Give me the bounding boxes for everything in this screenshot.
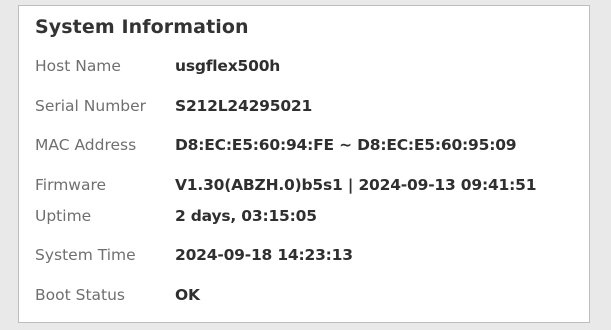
firmware-label: Firmware	[35, 176, 107, 194]
boot-status-value: OK	[175, 286, 200, 304]
info-row-host-name: Host Name usgflex500h	[35, 53, 280, 79]
boot-status-label: Boot Status	[35, 286, 125, 304]
host-name-value: usgflex500h	[175, 57, 281, 75]
uptime-value: 2 days, 03:15:05	[175, 207, 317, 225]
system-time-value: 2024-09-18 14:23:13	[175, 246, 353, 264]
serial-number-value: S212L24295021	[175, 97, 313, 115]
panel-title: System Information	[35, 16, 249, 38]
serial-number-label: Serial Number	[35, 97, 147, 115]
info-row-system-time: System Time 2024-09-18 14:23:13	[35, 242, 353, 268]
firmware-value: V1.30(ABZH.0)b5s1 | 2024-09-13 09:41:51	[175, 176, 537, 194]
info-row-boot-status: Boot Status OK	[35, 282, 200, 308]
mac-address-value: D8:EC:E5:60:94:FE ~ D8:EC:E5:60:95:09	[175, 136, 517, 154]
uptime-label: Uptime	[35, 207, 92, 225]
mac-address-label: MAC Address	[35, 136, 137, 154]
info-row-uptime: Uptime 2 days, 03:15:05	[35, 203, 317, 229]
system-information-panel: System Information Host Name usgflex500h…	[18, 5, 590, 323]
host-name-label: Host Name	[35, 57, 121, 75]
system-time-label: System Time	[35, 246, 136, 264]
info-row-serial-number: Serial Number S212L24295021	[35, 93, 312, 119]
info-row-mac-address: MAC Address D8:EC:E5:60:94:FE ~ D8:EC:E5…	[35, 132, 517, 158]
info-row-firmware: Firmware V1.30(ABZH.0)b5s1 | 2024-09-13 …	[35, 172, 536, 198]
